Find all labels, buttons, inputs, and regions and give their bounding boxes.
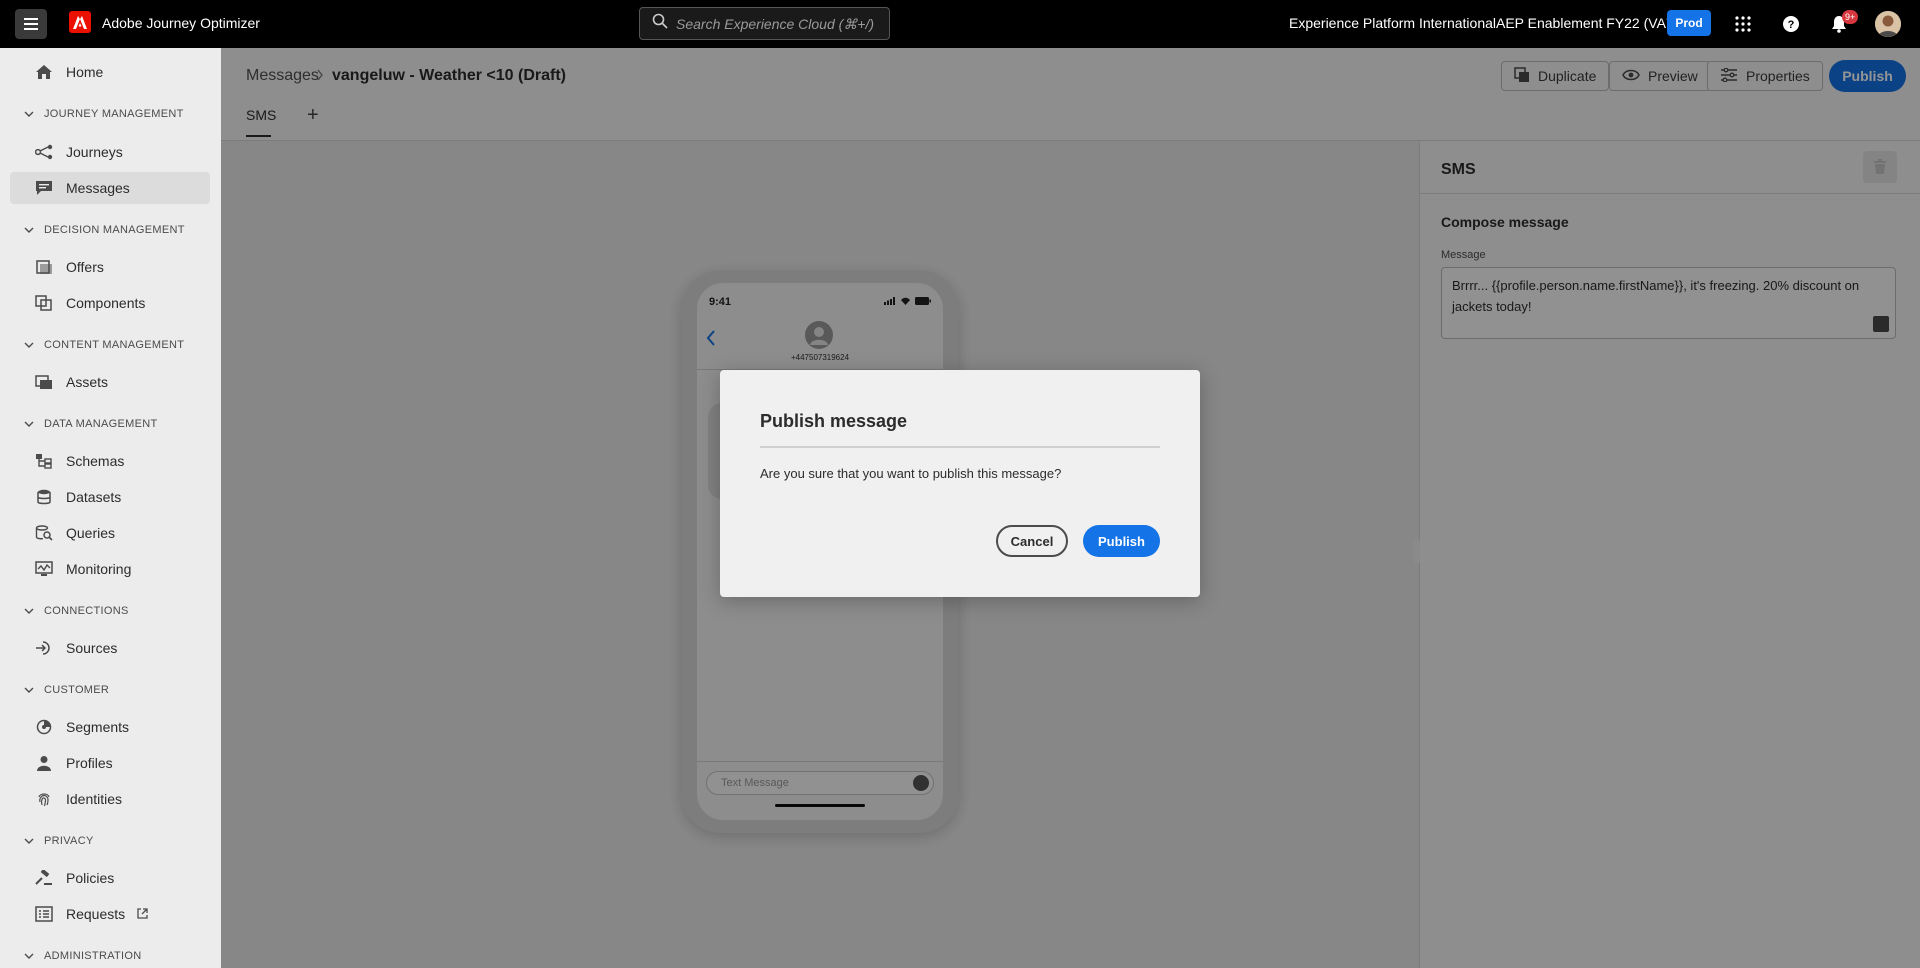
sources-icon <box>34 639 54 657</box>
sidebar-item-segments[interactable]: Segments <box>10 711 210 743</box>
section-privacy[interactable]: PRIVACY <box>24 835 94 847</box>
cancel-button[interactable]: Cancel <box>996 525 1068 557</box>
segments-icon <box>34 718 54 736</box>
sidebar-item-label: Requests <box>66 906 126 922</box>
schemas-icon <box>34 452 54 470</box>
chevron-down-icon <box>24 418 34 430</box>
messages-icon <box>34 179 54 197</box>
sidebar-item-label: Policies <box>66 870 115 886</box>
offers-icon <box>34 258 54 276</box>
sidebar-item-label: Journeys <box>66 144 123 160</box>
section-data-management[interactable]: DATA MANAGEMENT <box>24 418 158 430</box>
confirm-publish-button[interactable]: Publish <box>1083 525 1160 557</box>
panel-resize-handle[interactable] <box>1414 538 1420 564</box>
svg-text:?: ? <box>1788 19 1795 31</box>
section-customer[interactable]: CUSTOMER <box>24 684 109 696</box>
sidebar-item-label: Monitoring <box>66 561 132 577</box>
sidebar-item-schemas[interactable]: Schemas <box>10 445 210 477</box>
sidebar-item-offers[interactable]: Offers <box>10 251 210 283</box>
sidebar-item-label: Profiles <box>66 755 113 771</box>
publish-dialog: Publish message Are you sure that you wa… <box>720 370 1200 597</box>
search-input[interactable] <box>676 15 876 32</box>
sidebar-item-requests[interactable]: Requests <box>10 898 210 930</box>
menu-icon[interactable] <box>15 9 47 39</box>
sidebar-item-profiles[interactable]: Profiles <box>10 747 210 779</box>
chevron-down-icon <box>24 339 34 351</box>
sidebar-item-journeys[interactable]: Journeys <box>10 136 210 168</box>
sidebar-item-assets[interactable]: Assets <box>10 366 210 398</box>
sidebar-item-label: Components <box>66 295 146 311</box>
sidebar-item-label: Segments <box>66 719 130 735</box>
chevron-down-icon <box>24 835 34 847</box>
dialog-divider <box>760 446 1160 448</box>
sidebar-item-label: Identities <box>66 791 123 807</box>
chevron-down-icon <box>24 684 34 696</box>
notification-count-badge: 9+ <box>1842 10 1859 24</box>
requests-icon <box>34 905 54 923</box>
sidebar-item-identities[interactable]: Identities <box>10 783 210 815</box>
chevron-down-icon <box>24 224 34 236</box>
journeys-icon <box>34 143 54 161</box>
sidebar-item-label: Datasets <box>66 489 122 505</box>
monitoring-icon <box>34 560 54 578</box>
section-connections[interactable]: CONNECTIONS <box>24 605 129 617</box>
chevron-down-icon <box>24 605 34 617</box>
sidebar-item-label: Home <box>66 64 104 80</box>
components-icon <box>34 294 54 312</box>
sidebar: Home JOURNEY MANAGEMENT Journeys Message… <box>0 48 221 968</box>
sidebar-item-components[interactable]: Components <box>10 287 210 319</box>
top-bar: Adobe Journey Optimizer Experience Platf… <box>0 0 1920 48</box>
env-badge[interactable]: Prod <box>1667 10 1711 36</box>
dialog-title: Publish message <box>760 411 908 431</box>
sidebar-item-label: Messages <box>66 180 130 196</box>
chevron-down-icon <box>24 108 34 120</box>
fingerprint-icon <box>34 790 54 808</box>
apps-grid-icon[interactable] <box>1731 12 1755 36</box>
gavel-icon <box>34 869 54 887</box>
search-icon <box>652 13 668 34</box>
home-icon <box>34 63 54 81</box>
search-box[interactable] <box>639 7 890 40</box>
section-journey-management[interactable]: JOURNEY MANAGEMENT <box>24 108 184 120</box>
user-avatar[interactable] <box>1875 11 1901 37</box>
sidebar-item-label: Sources <box>66 640 118 656</box>
adobe-logo-icon[interactable] <box>69 11 91 33</box>
sidebar-item-policies[interactable]: Policies <box>10 862 210 894</box>
section-administration[interactable]: ADMINISTRATION <box>24 950 142 962</box>
sidebar-item-datasets[interactable]: Datasets <box>10 481 210 513</box>
app-title[interactable]: Adobe Journey Optimizer <box>102 15 260 31</box>
sidebar-item-label: Assets <box>66 374 109 390</box>
sidebar-item-label: Schemas <box>66 453 125 469</box>
dialog-message: Are you sure that you want to publish th… <box>760 466 1062 481</box>
sidebar-item-sources[interactable]: Sources <box>10 632 210 664</box>
org-name[interactable]: Experience Platform International <box>1289 15 1496 31</box>
profile-icon <box>34 754 54 772</box>
sidebar-item-messages[interactable]: Messages <box>10 172 210 204</box>
queries-icon <box>34 524 54 542</box>
sidebar-item-monitoring[interactable]: Monitoring <box>10 553 210 585</box>
external-link-icon <box>137 906 148 922</box>
section-content-management[interactable]: CONTENT MANAGEMENT <box>24 339 184 351</box>
assets-icon <box>34 373 54 391</box>
help-icon[interactable]: ? <box>1779 12 1803 36</box>
section-decision-management[interactable]: DECISION MANAGEMENT <box>24 224 185 236</box>
sidebar-item-queries[interactable]: Queries <box>10 517 210 549</box>
chevron-down-icon <box>24 950 34 962</box>
sidebar-item-label: Queries <box>66 525 116 541</box>
datasets-icon <box>34 488 54 506</box>
sidebar-item-home[interactable]: Home <box>10 56 210 88</box>
sidebar-item-label: Offers <box>66 259 104 275</box>
sandbox-name[interactable]: AEP Enablement FY22 (VA7) <box>1496 15 1678 31</box>
